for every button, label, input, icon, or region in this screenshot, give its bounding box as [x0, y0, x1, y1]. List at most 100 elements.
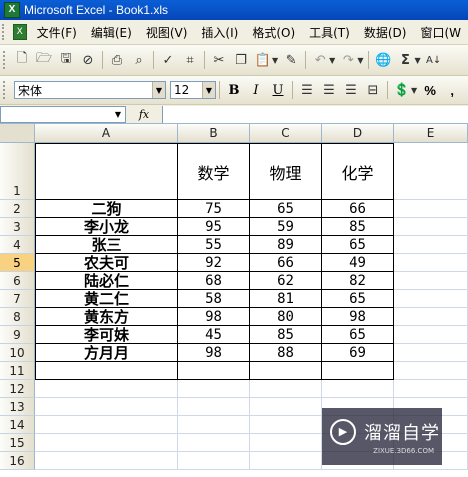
cell-a10[interactable]: 方月月	[35, 344, 178, 362]
menu-data[interactable]: 数据(D)	[357, 24, 414, 41]
cell-d6[interactable]: 82	[322, 272, 394, 290]
row-header-6[interactable]: 6	[0, 272, 35, 290]
new-icon[interactable]: 🗋	[12, 50, 32, 70]
redo-dropdown-icon[interactable]: ▼	[357, 56, 363, 65]
cell-d12[interactable]	[322, 380, 394, 398]
save-icon[interactable]: 🖫	[56, 50, 76, 70]
cell-b6[interactable]: 68	[178, 272, 250, 290]
cell-c13[interactable]	[250, 398, 322, 416]
cell-b11[interactable]	[178, 362, 250, 380]
toolbar-grip[interactable]	[2, 24, 11, 40]
cell-e7[interactable]	[394, 290, 468, 308]
cell-c11[interactable]	[250, 362, 322, 380]
cell-d7[interactable]: 65	[322, 290, 394, 308]
menu-window[interactable]: 窗口(W	[413, 24, 468, 41]
cell-b1[interactable]: 数学	[178, 143, 250, 200]
undo-icon[interactable]: ↶	[310, 50, 330, 70]
cell-c15[interactable]	[250, 434, 322, 452]
column-header-e[interactable]: E	[394, 124, 468, 143]
menu-tools[interactable]: 工具(T)	[302, 24, 357, 41]
cell-c2[interactable]: 65	[250, 200, 322, 218]
cell-a3[interactable]: 李小龙	[35, 218, 178, 236]
print-preview-icon[interactable]: ⌕	[129, 50, 149, 70]
row-header-9[interactable]: 9	[0, 326, 35, 344]
cell-c1[interactable]: 物理	[250, 143, 322, 200]
undo-dropdown-icon[interactable]: ▼	[329, 56, 335, 65]
cell-b12[interactable]	[178, 380, 250, 398]
font-size-select[interactable]: 12 ▼	[170, 81, 216, 99]
cell-e12[interactable]	[394, 380, 468, 398]
row-header-8[interactable]: 8	[0, 308, 35, 326]
align-center-icon[interactable]: ☰	[319, 80, 339, 100]
autosum-dropdown-icon[interactable]: ▼	[414, 56, 420, 65]
cell-b7[interactable]: 58	[178, 290, 250, 308]
cell-e10[interactable]	[394, 344, 468, 362]
column-header-b[interactable]: B	[178, 124, 250, 143]
currency-icon[interactable]: 💲	[392, 80, 412, 100]
menu-insert[interactable]: 插入(I)	[194, 24, 245, 41]
name-box[interactable]: ▼	[0, 105, 126, 123]
cell-e3[interactable]	[394, 218, 468, 236]
row-header-15[interactable]: 15	[0, 434, 35, 452]
cell-c6[interactable]: 62	[250, 272, 322, 290]
row-header-1[interactable]: 1	[0, 143, 35, 200]
merge-center-icon[interactable]: ⊟	[363, 80, 383, 100]
cell-b10[interactable]: 98	[178, 344, 250, 362]
cell-c7[interactable]: 81	[250, 290, 322, 308]
cell-e8[interactable]	[394, 308, 468, 326]
cell-d11[interactable]	[322, 362, 394, 380]
paste-dropdown-icon[interactable]: ▼	[272, 56, 278, 65]
cell-c9[interactable]: 85	[250, 326, 322, 344]
cell-a14[interactable]	[35, 416, 178, 434]
print-icon[interactable]: ⎙	[107, 50, 127, 70]
cell-a1[interactable]	[35, 143, 178, 200]
cell-b16[interactable]	[178, 452, 250, 470]
cell-b4[interactable]: 55	[178, 236, 250, 254]
research-icon[interactable]: ⌗	[180, 50, 200, 70]
menu-view[interactable]: 视图(V)	[139, 24, 195, 41]
align-right-icon[interactable]: ☰	[341, 80, 361, 100]
bold-button[interactable]: B	[224, 80, 244, 100]
toolbar-grip[interactable]	[3, 81, 11, 99]
cell-a9[interactable]: 李可妹	[35, 326, 178, 344]
cell-a4[interactable]: 张三	[35, 236, 178, 254]
row-header-14[interactable]: 14	[0, 416, 35, 434]
cell-a2[interactable]: 二狗	[35, 200, 178, 218]
cell-a6[interactable]: 陆必仁	[35, 272, 178, 290]
format-painter-icon[interactable]: ✎	[281, 50, 301, 70]
cell-b9[interactable]: 45	[178, 326, 250, 344]
cell-a8[interactable]: 黄东方	[35, 308, 178, 326]
menu-edit[interactable]: 编辑(E)	[84, 24, 139, 41]
cell-a5[interactable]: 农夫可	[35, 254, 178, 272]
cell-c12[interactable]	[250, 380, 322, 398]
cell-c10[interactable]: 88	[250, 344, 322, 362]
copy-icon[interactable]: ❐	[231, 50, 251, 70]
cell-a7[interactable]: 黄二仁	[35, 290, 178, 308]
cell-d5[interactable]: 49	[322, 254, 394, 272]
cell-e9[interactable]	[394, 326, 468, 344]
percent-button[interactable]: %	[420, 80, 440, 100]
row-header-16[interactable]: 16	[0, 452, 35, 470]
row-header-10[interactable]: 10	[0, 344, 35, 362]
row-header-5[interactable]: 5	[0, 254, 35, 272]
autosum-icon[interactable]: Σ	[395, 50, 415, 70]
cell-b14[interactable]	[178, 416, 250, 434]
cell-c16[interactable]	[250, 452, 322, 470]
formula-input[interactable]	[162, 105, 468, 123]
cell-c5[interactable]: 66	[250, 254, 322, 272]
cell-d9[interactable]: 65	[322, 326, 394, 344]
cell-e11[interactable]	[394, 362, 468, 380]
cell-e5[interactable]	[394, 254, 468, 272]
cell-d10[interactable]: 69	[322, 344, 394, 362]
cell-c14[interactable]	[250, 416, 322, 434]
italic-button[interactable]: I	[246, 80, 266, 100]
chevron-down-icon[interactable]: ▼	[115, 110, 121, 119]
row-header-12[interactable]: 12	[0, 380, 35, 398]
cell-b8[interactable]: 98	[178, 308, 250, 326]
menu-format[interactable]: 格式(O)	[245, 24, 302, 41]
cell-e1[interactable]	[394, 143, 468, 200]
cell-a12[interactable]	[35, 380, 178, 398]
cell-b2[interactable]: 75	[178, 200, 250, 218]
currency-dropdown-icon[interactable]: ▼	[411, 86, 417, 95]
column-header-d[interactable]: D	[322, 124, 394, 143]
